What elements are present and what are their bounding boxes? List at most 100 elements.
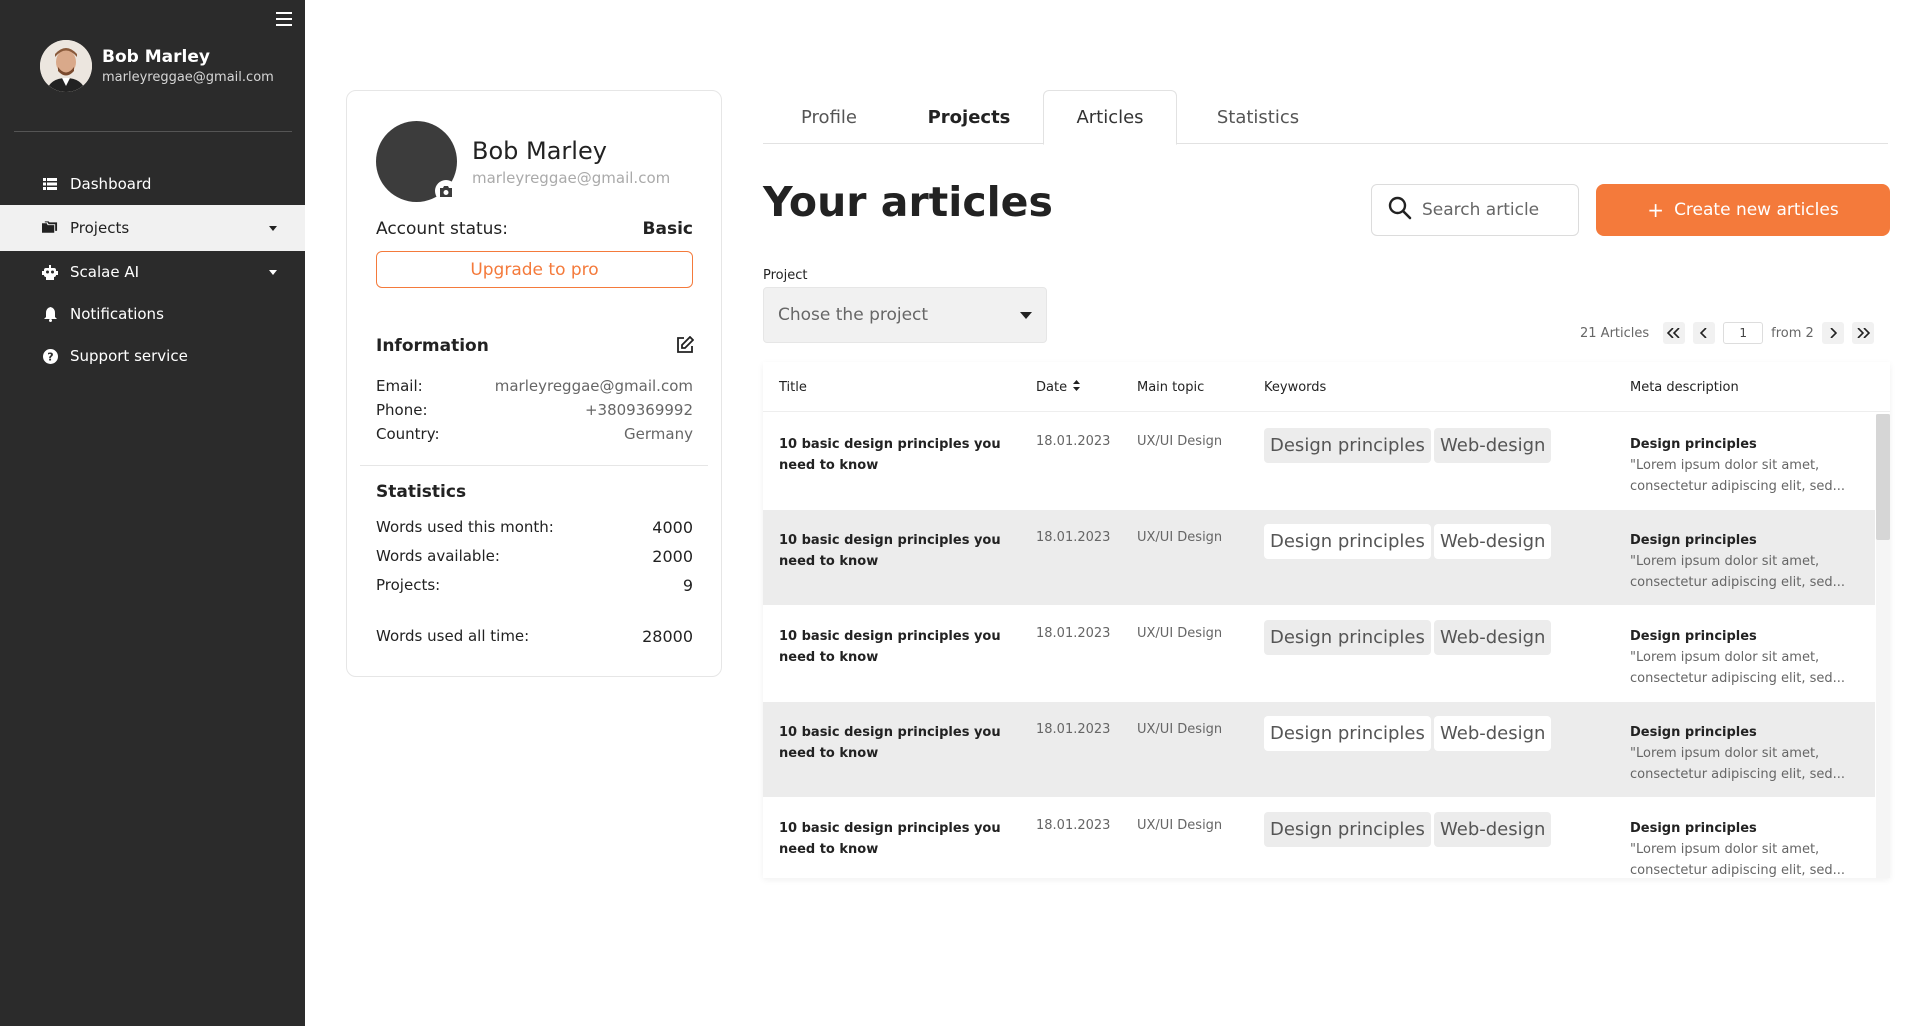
- article-date: 18.01.2023: [1036, 818, 1111, 833]
- sidebar-item-scalae-ai[interactable]: Scalae AI: [0, 251, 305, 293]
- chevron-down-icon: [1020, 312, 1032, 319]
- page-title: Your articles: [763, 178, 1053, 226]
- table-row[interactable]: 10 basic design principles you need to k…: [763, 606, 1875, 701]
- sidebar-item-support[interactable]: ? Support service: [0, 335, 305, 377]
- sidebar-item-label: Support service: [70, 347, 188, 365]
- table-scrollbar[interactable]: [1876, 414, 1890, 878]
- article-topic: UX/UI Design: [1137, 626, 1223, 641]
- column-title[interactable]: Title: [779, 380, 807, 395]
- divider: [14, 131, 292, 132]
- info-country-row: Country: Germany: [376, 425, 693, 443]
- column-date[interactable]: Date: [1036, 380, 1081, 395]
- sidebar-user-email: marleyreggae@gmail.com: [102, 70, 274, 85]
- profile-name: Bob Marley: [472, 137, 607, 165]
- meta-title: Design principles: [1630, 437, 1757, 452]
- prev-page-icon[interactable]: [1693, 322, 1716, 344]
- sidebar-item-label: Dashboard: [70, 174, 152, 193]
- account-status-label: Account status:: [376, 219, 509, 239]
- chevron-down-icon: [269, 270, 277, 275]
- keyword-tag[interactable]: Design principles: [1264, 428, 1431, 463]
- article-topic: UX/UI Design: [1137, 818, 1223, 833]
- meta-text: "Lorem ipsum dolor sit amet, consectetur…: [1630, 458, 1846, 494]
- project-select[interactable]: Chose the project: [763, 287, 1047, 343]
- keyword-tag[interactable]: Design principles: [1264, 620, 1431, 655]
- sidebar-item-label: Scalae AI: [70, 263, 140, 281]
- article-title[interactable]: 10 basic design principles you need to k…: [779, 722, 1009, 764]
- info-value: Germany: [624, 425, 693, 443]
- table-header: Title Date Main topic Keywords Meta desc…: [763, 362, 1890, 412]
- table-row[interactable]: 10 basic design principles you need to k…: [763, 510, 1875, 605]
- meta-title: Design principles: [1630, 629, 1757, 644]
- sidebar-item-dashboard[interactable]: Dashboard: [0, 162, 305, 205]
- table-row[interactable]: 10 basic design principles you need to k…: [763, 702, 1875, 797]
- divider: [360, 465, 708, 466]
- keyword-tag[interactable]: Web-design: [1434, 524, 1552, 559]
- info-label: Email:: [376, 377, 423, 395]
- keyword-tag[interactable]: Web-design: [1434, 812, 1552, 847]
- keyword-tag[interactable]: Web-design: [1434, 716, 1552, 751]
- sidebar-user-name: Bob Marley: [102, 47, 210, 67]
- stat-row: Words available: 2000: [376, 547, 693, 566]
- meta-text: "Lorem ipsum dolor sit amet, consectetur…: [1630, 650, 1846, 686]
- table-row[interactable]: 10 basic design principles you need to k…: [763, 414, 1875, 509]
- search-input[interactable]: [1422, 200, 1562, 220]
- bell-icon: [42, 306, 58, 322]
- create-article-button[interactable]: + Create new articles: [1596, 184, 1890, 236]
- stat-label: Projects:: [376, 576, 441, 594]
- article-date: 18.01.2023: [1036, 626, 1111, 641]
- page-input[interactable]: [1723, 322, 1764, 344]
- article-title[interactable]: 10 basic design principles you need to k…: [779, 530, 1009, 572]
- last-page-icon[interactable]: [1851, 322, 1874, 344]
- article-date: 18.01.2023: [1036, 530, 1111, 545]
- meta-title: Design principles: [1630, 725, 1757, 740]
- info-value: +3809369992: [584, 401, 693, 419]
- create-article-label: Create new articles: [1674, 200, 1839, 220]
- tab-articles[interactable]: Articles: [1043, 90, 1177, 145]
- keyword-tag[interactable]: Web-design: [1434, 620, 1552, 655]
- sidebar-item-label: Notifications: [70, 305, 164, 323]
- article-title[interactable]: 10 basic design principles you need to k…: [779, 818, 1009, 860]
- sort-icon[interactable]: [1073, 380, 1081, 395]
- stat-row: Projects: 9: [376, 576, 693, 595]
- info-value: marleyreggae@gmail.com: [494, 377, 693, 395]
- keyword-tag[interactable]: Design principles: [1264, 524, 1431, 559]
- article-title[interactable]: 10 basic design principles you need to k…: [779, 434, 1009, 476]
- stat-label: Words available:: [376, 547, 500, 565]
- search-icon: [1388, 196, 1412, 224]
- sidebar-item-projects[interactable]: Projects: [0, 205, 305, 251]
- keyword-tag[interactable]: Design principles: [1264, 812, 1431, 847]
- article-topic: UX/UI Design: [1137, 434, 1223, 449]
- account-status-value: Basic: [642, 219, 693, 239]
- account-status: Account status: Basic: [376, 219, 693, 239]
- information-title: Information: [376, 336, 489, 356]
- next-page-icon[interactable]: [1821, 322, 1844, 344]
- sidebar-item-label: Projects: [70, 219, 130, 237]
- stat-label: Words used this month:: [376, 518, 554, 536]
- sidebar-item-notifications[interactable]: Notifications: [0, 293, 305, 335]
- column-main-topic[interactable]: Main topic: [1137, 380, 1204, 395]
- meta-title: Design principles: [1630, 533, 1757, 548]
- article-date: 18.01.2023: [1036, 434, 1111, 449]
- meta-title: Design principles: [1630, 821, 1757, 836]
- help-icon: ?: [42, 348, 58, 364]
- profile-card: Bob Marley marleyreggae@gmail.com Accoun…: [346, 90, 722, 677]
- column-meta-description[interactable]: Meta description: [1630, 380, 1739, 395]
- tab-profile[interactable]: Profile: [763, 90, 895, 144]
- article-title[interactable]: 10 basic design principles you need to k…: [779, 626, 1009, 668]
- table-row[interactable]: 10 basic design principles you need to k…: [763, 798, 1875, 878]
- first-page-icon[interactable]: [1663, 322, 1686, 344]
- tab-statistics[interactable]: Statistics: [1177, 90, 1339, 144]
- tab-projects[interactable]: Projects: [895, 90, 1043, 144]
- meta-description: Design principles "Lorem ipsum dolor sit…: [1630, 530, 1870, 593]
- search-box[interactable]: [1371, 184, 1579, 236]
- upgrade-button[interactable]: Upgrade to pro: [376, 251, 693, 288]
- column-keywords[interactable]: Keywords: [1264, 380, 1326, 395]
- hamburger-menu-icon[interactable]: [276, 12, 292, 26]
- article-date: 18.01.2023: [1036, 722, 1111, 737]
- scrollbar-thumb[interactable]: [1876, 414, 1890, 540]
- edit-icon[interactable]: [676, 335, 695, 354]
- article-topic: UX/UI Design: [1137, 722, 1223, 737]
- keyword-tag[interactable]: Design principles: [1264, 716, 1431, 751]
- keyword-tag[interactable]: Web-design: [1434, 428, 1552, 463]
- camera-icon[interactable]: [435, 180, 457, 202]
